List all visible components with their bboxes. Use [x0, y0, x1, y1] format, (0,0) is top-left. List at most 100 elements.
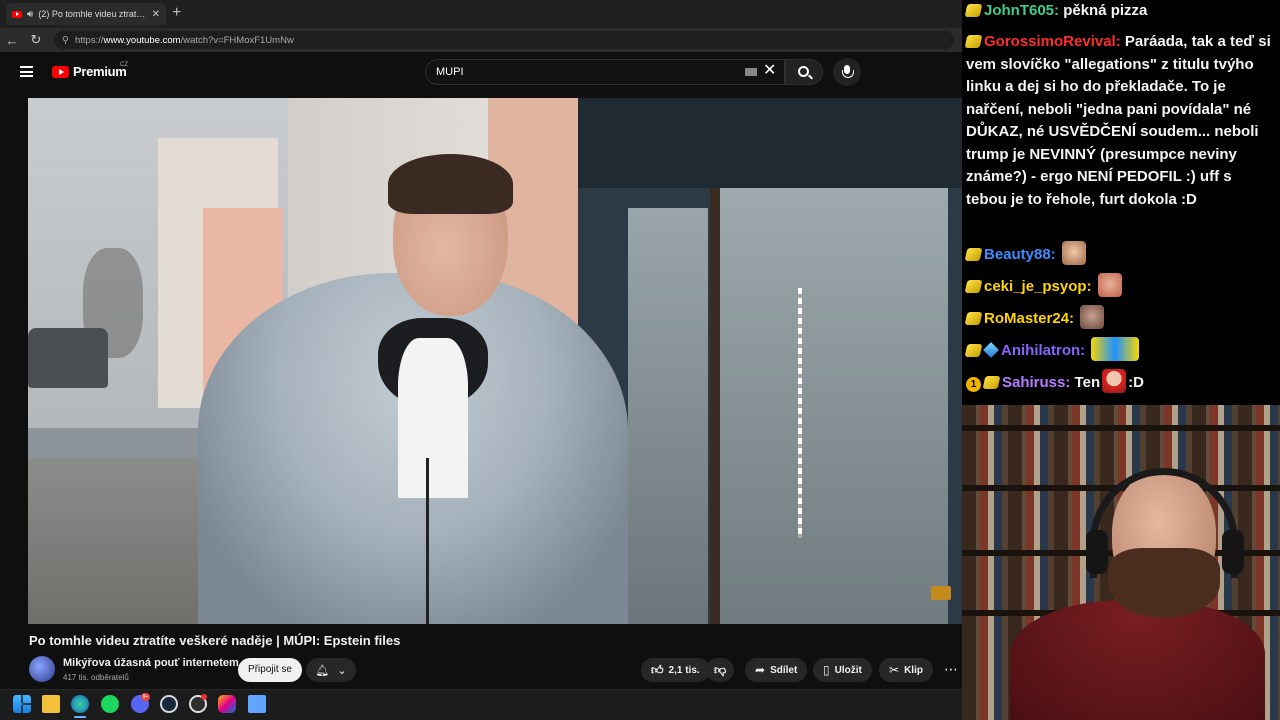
chat-username[interactable]: RoMaster24: [984, 310, 1069, 327]
browser-nav-bar: ← ↻ ⚲ https://www.youtube.com/watch?v=FH…: [0, 28, 962, 52]
sub-badge-icon: [964, 35, 983, 48]
logo-text: Premium: [73, 64, 127, 79]
share-icon: ➦: [755, 663, 766, 677]
video-car: [28, 328, 108, 388]
file-explorer-icon[interactable]: [42, 695, 60, 713]
more-actions-button[interactable]: ⋯: [940, 658, 962, 682]
headphone-cup-left: [1086, 530, 1108, 574]
video-window-frame: [710, 188, 720, 624]
edge-browser-icon[interactable]: [71, 695, 89, 713]
browser-tab[interactable]: 🔊︎ (2) Po tomhle videu ztratíte ve... ✕: [6, 3, 166, 25]
join-button[interactable]: Připojit se: [238, 658, 302, 682]
gem-badge-icon: [983, 342, 999, 358]
screen: 🔊︎ (2) Po tomhle videu ztratíte ve... ✕ …: [0, 0, 1280, 720]
youtube-play-icon: [52, 65, 69, 78]
chat-message: Anihilatron:: [964, 337, 1274, 363]
url-text: https://www.youtube.com/watch?v=FHMoxF1U…: [75, 35, 294, 46]
webcam-streamer-shirt: [1010, 600, 1265, 720]
video-shop-sign: [578, 98, 962, 188]
chat-username[interactable]: Beauty88: [984, 246, 1051, 263]
subscription-bell-button[interactable]: 🔔︎ ⌄: [306, 658, 356, 682]
laughing-emote-icon: [1061, 241, 1086, 265]
save-button[interactable]: ▯ Uložit: [813, 658, 872, 682]
video-title: Po tomhle videu ztratíte veškeré naděje …: [29, 633, 401, 648]
steam-icon[interactable]: [160, 695, 178, 713]
close-tab-icon[interactable]: ✕: [152, 9, 160, 20]
youtube-favicon-icon: [12, 10, 22, 18]
like-button[interactable]: 👍︎ 2,1 tis.: [641, 658, 710, 682]
speaker-icon[interactable]: 🔊︎: [27, 9, 33, 20]
chat-username[interactable]: ceki_je_psyop: [984, 278, 1087, 295]
back-button[interactable]: ←: [0, 33, 24, 48]
spotify-icon[interactable]: [101, 695, 119, 713]
sub-badge-icon: [982, 376, 1001, 389]
rank-badge-icon: 1: [966, 377, 981, 392]
chat-username[interactable]: Anihilatron: [1001, 342, 1080, 359]
chat-username[interactable]: Sahiruss: [1002, 374, 1065, 391]
dislike-button[interactable]: 👎︎: [706, 658, 735, 682]
channel-avatar[interactable]: [29, 656, 55, 682]
channel-name[interactable]: Mikýřova úžasná pouť internetem: [63, 657, 239, 669]
video-window-large: [718, 188, 948, 624]
video-presenter-hair: [388, 154, 513, 214]
copilot-icon[interactable]: [218, 695, 236, 713]
chat-username[interactable]: JohnT605: [984, 2, 1054, 19]
recording-dot-icon: [201, 694, 207, 700]
video-window: [628, 208, 708, 624]
video-jacket-zip: [426, 458, 429, 624]
sub-badge-icon: [964, 248, 983, 261]
webcam-shelf-board: [962, 425, 1280, 431]
chat-message: GorossimoRevival: Paráada, tak a teď si …: [964, 33, 1271, 208]
chat-text: Paráada, tak a teď si vem slovíčko "alle…: [966, 33, 1271, 208]
menu-icon[interactable]: [20, 66, 33, 77]
red-hat-emote-icon: [1102, 369, 1127, 393]
url-host: www.youtube.com: [103, 34, 181, 46]
bell-icon: 🔔︎: [315, 664, 330, 677]
thumbs-down-icon: 👎︎: [714, 662, 727, 677]
site-info-icon[interactable]: ⚲: [62, 35, 69, 46]
tab-title: (2) Po tomhle videu ztratíte ve...: [38, 9, 147, 19]
thumbs-up-icon: 👍︎: [651, 662, 664, 677]
search-icon: [798, 66, 809, 77]
subscriber-count: 417 tis. odběratelů: [63, 673, 129, 682]
save-icon: ▯: [823, 663, 830, 677]
voice-search-icon[interactable]: [833, 58, 861, 86]
active-app-indicator: [74, 716, 86, 718]
chat-text: pěkná pizza: [1063, 2, 1148, 19]
chat-username[interactable]: GorossimoRevival: [984, 33, 1116, 50]
chat-message: 1 Sahiruss: Ten:D: [966, 369, 1274, 395]
clip-label: Klip: [904, 664, 923, 676]
headphone-cup-right: [1222, 530, 1244, 574]
chat-message: JohnT605: pěkná pizza: [964, 0, 1274, 23]
browser-tab-bar: 🔊︎ (2) Po tomhle videu ztratíte ve... ✕ …: [0, 0, 962, 28]
chat-message: RoMaster24:: [964, 305, 1274, 331]
notepad-icon[interactable]: [248, 695, 266, 713]
face-emote-icon: [1097, 273, 1122, 297]
video-led-strip: [798, 288, 802, 538]
new-tab-button[interactable]: +: [172, 4, 181, 22]
chat-text: Ten: [1074, 374, 1101, 391]
video-presenter-shirt: [398, 338, 468, 498]
sub-badge-icon: [964, 4, 983, 17]
save-label: Uložit: [834, 664, 862, 676]
bearded-face-emote-icon: [1080, 305, 1105, 329]
sub-badge-icon: [964, 344, 983, 357]
sub-badge-icon: [964, 280, 983, 293]
discord-notification-badge: 9+: [141, 693, 150, 701]
share-label: Sdílet: [770, 664, 798, 676]
address-bar[interactable]: ⚲ https://www.youtube.com/watch?v=FHMoxF…: [54, 31, 954, 49]
chevron-down-icon: ⌄: [337, 664, 347, 677]
chat-message: Beauty88:: [964, 241, 1274, 267]
youtube-logo[interactable]: Premium: [52, 64, 127, 79]
scissors-icon: ✂: [889, 663, 900, 677]
reload-button[interactable]: ↻: [24, 32, 48, 48]
search-input[interactable]: MUPI: [425, 59, 785, 85]
channel-watermark-icon[interactable]: [931, 586, 951, 600]
like-count: 2,1 tis.: [668, 664, 700, 676]
search-button[interactable]: [785, 59, 823, 85]
clip-button[interactable]: ✂ Klip: [879, 658, 933, 682]
clear-search-icon[interactable]: ✕: [763, 62, 776, 80]
keyboard-icon[interactable]: [745, 68, 757, 76]
video-player[interactable]: [28, 98, 962, 624]
share-button[interactable]: ➦ Sdílet: [745, 658, 808, 682]
